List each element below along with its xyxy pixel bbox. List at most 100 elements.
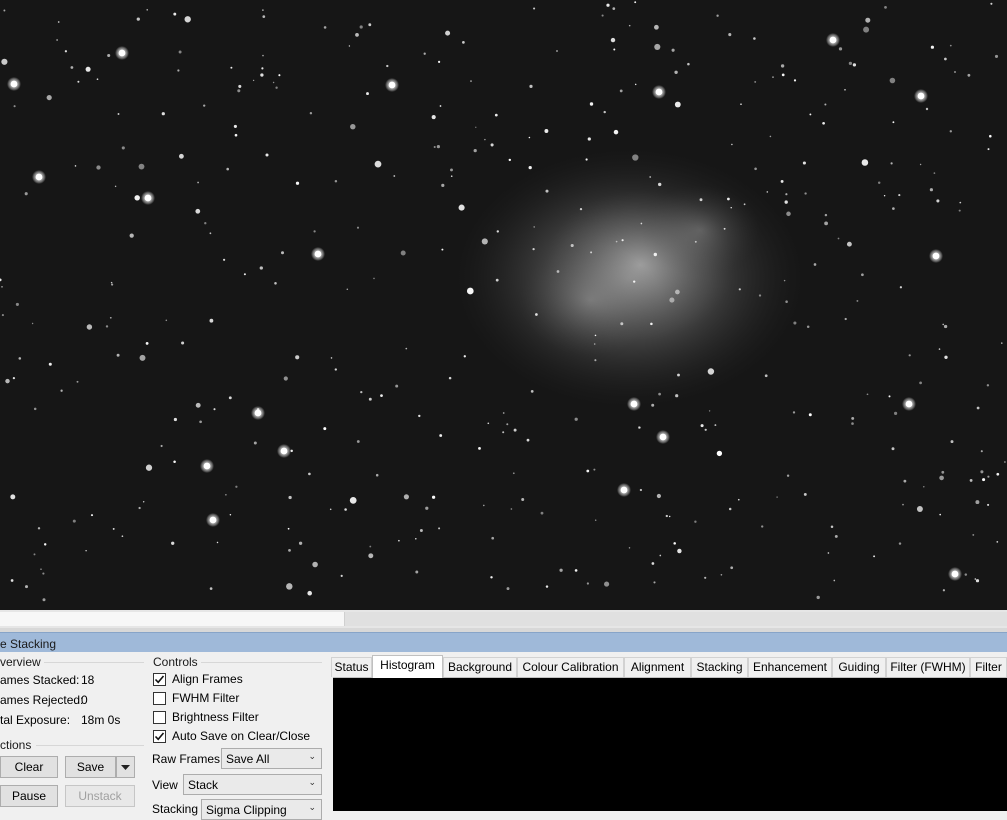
star bbox=[295, 355, 300, 360]
checkbox-box[interactable] bbox=[153, 673, 166, 686]
star bbox=[235, 485, 238, 488]
star bbox=[48, 362, 52, 366]
scrollbar-thumb[interactable] bbox=[0, 612, 345, 626]
check-icon bbox=[154, 732, 165, 741]
horizontal-scrollbar[interactable] bbox=[0, 610, 1007, 628]
view-label: View bbox=[152, 778, 178, 792]
star bbox=[809, 113, 812, 116]
star bbox=[340, 574, 343, 577]
brightness-filter-checkbox[interactable]: Brightness Filter bbox=[153, 710, 303, 726]
star bbox=[308, 472, 311, 476]
star bbox=[535, 313, 538, 316]
star bbox=[890, 162, 893, 165]
star bbox=[651, 562, 655, 565]
fwhm-filter-checkbox[interactable]: FWHM Filter bbox=[153, 691, 303, 707]
star bbox=[639, 488, 643, 492]
star bbox=[933, 172, 936, 174]
star bbox=[116, 353, 120, 357]
controls-divider bbox=[201, 662, 322, 663]
bright-star bbox=[388, 81, 396, 89]
star bbox=[494, 113, 498, 117]
frames-rejected-label: ames Rejected: bbox=[0, 693, 84, 707]
star bbox=[171, 541, 175, 545]
save-button[interactable]: Save bbox=[65, 756, 116, 778]
star bbox=[793, 321, 797, 325]
chevron-down-icon: ⌄ bbox=[308, 777, 316, 787]
clear-button[interactable]: Clear bbox=[0, 756, 58, 778]
star bbox=[640, 222, 643, 225]
auto-save-checkbox[interactable]: Auto Save on Clear/Close bbox=[153, 729, 323, 745]
star bbox=[431, 115, 436, 120]
star bbox=[942, 589, 946, 592]
align-frames-checkbox[interactable]: Align Frames bbox=[153, 672, 303, 688]
star bbox=[764, 374, 768, 378]
star bbox=[10, 579, 14, 582]
star bbox=[593, 468, 596, 471]
star bbox=[754, 167, 757, 171]
view-select[interactable]: Stack ⌄ bbox=[183, 774, 322, 795]
star bbox=[658, 392, 661, 396]
star bbox=[852, 63, 857, 67]
star bbox=[650, 322, 653, 326]
star bbox=[593, 343, 596, 345]
star bbox=[1004, 461, 1006, 463]
bright-star bbox=[35, 173, 43, 181]
star bbox=[96, 78, 99, 81]
star bbox=[674, 70, 678, 74]
star bbox=[610, 37, 616, 43]
star bbox=[786, 211, 791, 217]
star bbox=[15, 302, 19, 306]
star bbox=[203, 104, 206, 107]
star bbox=[114, 185, 117, 188]
star bbox=[478, 447, 481, 450]
star bbox=[838, 47, 843, 51]
star bbox=[145, 341, 149, 345]
raw-frames-value: Save All bbox=[226, 752, 270, 766]
pause-button[interactable]: Pause bbox=[0, 785, 58, 807]
save-dropdown-button[interactable] bbox=[116, 756, 135, 778]
star bbox=[884, 6, 887, 9]
star bbox=[634, 83, 637, 86]
star bbox=[307, 590, 313, 596]
unstack-button[interactable]: Unstack bbox=[65, 785, 135, 807]
star bbox=[415, 570, 419, 574]
star bbox=[923, 486, 925, 488]
tab-filter[interactable]: Filter bbox=[970, 657, 1007, 677]
star bbox=[654, 24, 659, 30]
star bbox=[545, 585, 549, 588]
star bbox=[996, 541, 999, 543]
tab-colour-calibration[interactable]: Colour Calibration bbox=[517, 657, 624, 677]
tab-background[interactable]: Background bbox=[443, 657, 517, 677]
star bbox=[225, 493, 227, 496]
star bbox=[950, 440, 954, 444]
star bbox=[586, 582, 590, 585]
star bbox=[606, 3, 610, 7]
checkbox-box[interactable] bbox=[153, 730, 166, 743]
checkbox-box[interactable] bbox=[153, 711, 166, 724]
star bbox=[861, 273, 864, 277]
star bbox=[822, 121, 825, 125]
tab-filter-fwhm[interactable]: Filter (FWHM) bbox=[886, 657, 970, 677]
tab-alignment[interactable]: Alignment bbox=[624, 657, 691, 677]
raw-frames-select[interactable]: Save All ⌄ bbox=[221, 748, 322, 769]
panel-title-bar: e Stacking bbox=[0, 632, 1007, 653]
star bbox=[975, 500, 980, 505]
tab-stacking[interactable]: Stacking bbox=[691, 657, 748, 677]
star bbox=[737, 498, 740, 501]
tab-enhancement[interactable]: Enhancement bbox=[748, 657, 832, 677]
star bbox=[723, 227, 726, 230]
tab-guiding[interactable]: Guiding bbox=[832, 657, 886, 677]
star bbox=[754, 80, 757, 83]
star bbox=[651, 403, 655, 407]
star bbox=[506, 587, 510, 591]
tab-status[interactable]: Status bbox=[331, 657, 372, 677]
checkbox-box[interactable] bbox=[153, 692, 166, 705]
star bbox=[824, 213, 828, 217]
star bbox=[996, 472, 1000, 476]
star bbox=[675, 289, 680, 295]
star bbox=[612, 7, 616, 10]
star bbox=[898, 542, 902, 545]
tab-histogram[interactable]: Histogram bbox=[372, 655, 443, 678]
bright-star bbox=[144, 194, 152, 202]
stacked-image-view[interactable] bbox=[0, 0, 1007, 610]
